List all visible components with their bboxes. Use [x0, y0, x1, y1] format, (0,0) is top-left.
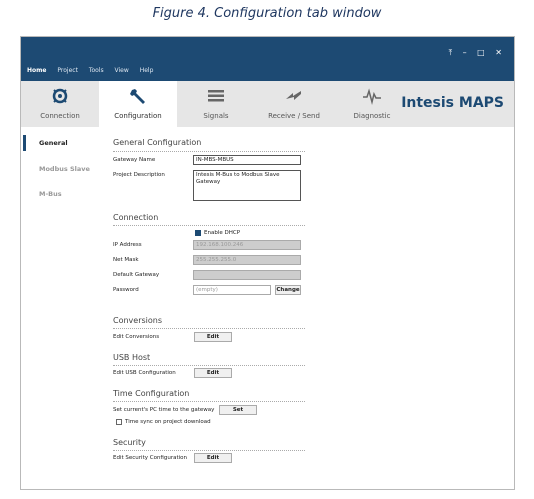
- divider: [113, 328, 305, 329]
- set-time-button[interactable]: Set: [219, 405, 257, 415]
- sidebar-item-label: M-Bus: [39, 190, 62, 198]
- set-time-label: Set current's PC time to the gateway: [113, 407, 215, 413]
- tab-connection[interactable]: Connection: [21, 81, 99, 127]
- default-gateway-field[interactable]: [193, 270, 301, 280]
- menu-bar: Home Project Tools View Help: [27, 67, 162, 74]
- divider: [113, 450, 305, 451]
- section-title-time: Time Configuration: [113, 389, 190, 398]
- change-password-button[interactable]: Change: [275, 285, 301, 295]
- connection-icon: [21, 87, 99, 105]
- tab-label: Signals: [203, 112, 229, 120]
- section-title-usb: USB Host: [113, 353, 151, 362]
- app-window: ⤒ – □ ✕ Home Project Tools View Help Con…: [20, 36, 515, 490]
- password-field[interactable]: (empty): [193, 285, 271, 295]
- tab-label: Configuration: [114, 112, 162, 120]
- project-description-label: Project Description: [113, 172, 165, 178]
- sidebar-item-modbus-slave[interactable]: Modbus Slave: [21, 161, 99, 177]
- edit-security-button[interactable]: Edit: [194, 453, 232, 463]
- password-label: Password: [113, 287, 139, 293]
- divider: [113, 401, 305, 402]
- pulse-icon: [333, 87, 411, 105]
- section-title-connection: Connection: [113, 213, 159, 222]
- title-bar: ⤒ – □ ✕ Home Project Tools View Help: [21, 37, 514, 81]
- tab-label: Diagnostic: [353, 112, 391, 120]
- menu-tools[interactable]: Tools: [89, 67, 104, 74]
- sidebar-item-label: Modbus Slave: [39, 165, 90, 173]
- time-sync-checkbox[interactable]: [116, 419, 122, 425]
- default-gateway-label: Default Gateway: [113, 272, 160, 278]
- edit-usb-button[interactable]: Edit: [194, 368, 232, 378]
- sidebar-item-general[interactable]: General: [21, 135, 99, 151]
- section-title-conversions: Conversions: [113, 316, 163, 325]
- menu-home[interactable]: Home: [27, 67, 46, 74]
- tab-label: Receive / Send: [268, 112, 320, 120]
- tab-label: Connection: [40, 112, 80, 120]
- project-description-field[interactable]: Intesis M-Bus to Modbus Slave Gateway: [193, 170, 301, 201]
- time-sync-label: Time sync on project download: [125, 419, 211, 425]
- edit-usb-label: Edit USB Configuration: [113, 370, 176, 376]
- edit-security-label: Edit Security Configuration: [113, 455, 188, 461]
- tab-signals[interactable]: Signals: [177, 81, 255, 127]
- gateway-name-field[interactable]: IN-MBS-MBUS: [193, 155, 301, 165]
- window-controls[interactable]: ⤒ – □ ✕: [449, 48, 506, 58]
- enable-dhcp-checkbox[interactable]: [195, 230, 201, 236]
- brand-logo: Intesis MAPS: [401, 95, 504, 111]
- main-content: General Configuration Gateway Name IN-MB…: [113, 127, 508, 489]
- sidebar-item-label: General: [39, 139, 68, 147]
- figure-caption: Figure 4. Configuration tab window: [152, 6, 382, 21]
- net-mask-field[interactable]: 255.255.255.0: [193, 255, 301, 265]
- divider: [113, 151, 305, 152]
- sidebar-item-m-bus[interactable]: M-Bus: [21, 186, 99, 202]
- ip-address-field[interactable]: 192.168.100.246: [193, 240, 301, 250]
- transfer-icon: [255, 87, 333, 105]
- tab-configuration[interactable]: Configuration: [99, 81, 177, 127]
- wrench-icon: [99, 87, 177, 105]
- tab-diagnostic[interactable]: Diagnostic: [333, 81, 411, 127]
- section-title-general: General Configuration: [113, 138, 202, 147]
- net-mask-label: Net Mask: [113, 257, 139, 263]
- menu-view[interactable]: View: [115, 67, 129, 74]
- ip-address-label: IP Address: [113, 242, 142, 248]
- divider: [113, 225, 305, 226]
- edit-conversions-label: Edit Conversions: [113, 334, 160, 340]
- tab-bar: Connection Configuration Signals Receive…: [21, 81, 514, 127]
- menu-project[interactable]: Project: [57, 67, 78, 74]
- enable-dhcp-label: Enable DHCP: [204, 230, 241, 236]
- sidebar: General Modbus Slave M-Bus: [21, 127, 99, 489]
- edit-conversions-button[interactable]: Edit: [194, 332, 232, 342]
- section-title-security: Security: [113, 438, 146, 447]
- gateway-name-label: Gateway Name: [113, 157, 156, 163]
- divider: [113, 365, 305, 366]
- tab-receive-send[interactable]: Receive / Send: [255, 81, 333, 127]
- menu-help[interactable]: Help: [140, 67, 154, 74]
- list-icon: [177, 87, 255, 105]
